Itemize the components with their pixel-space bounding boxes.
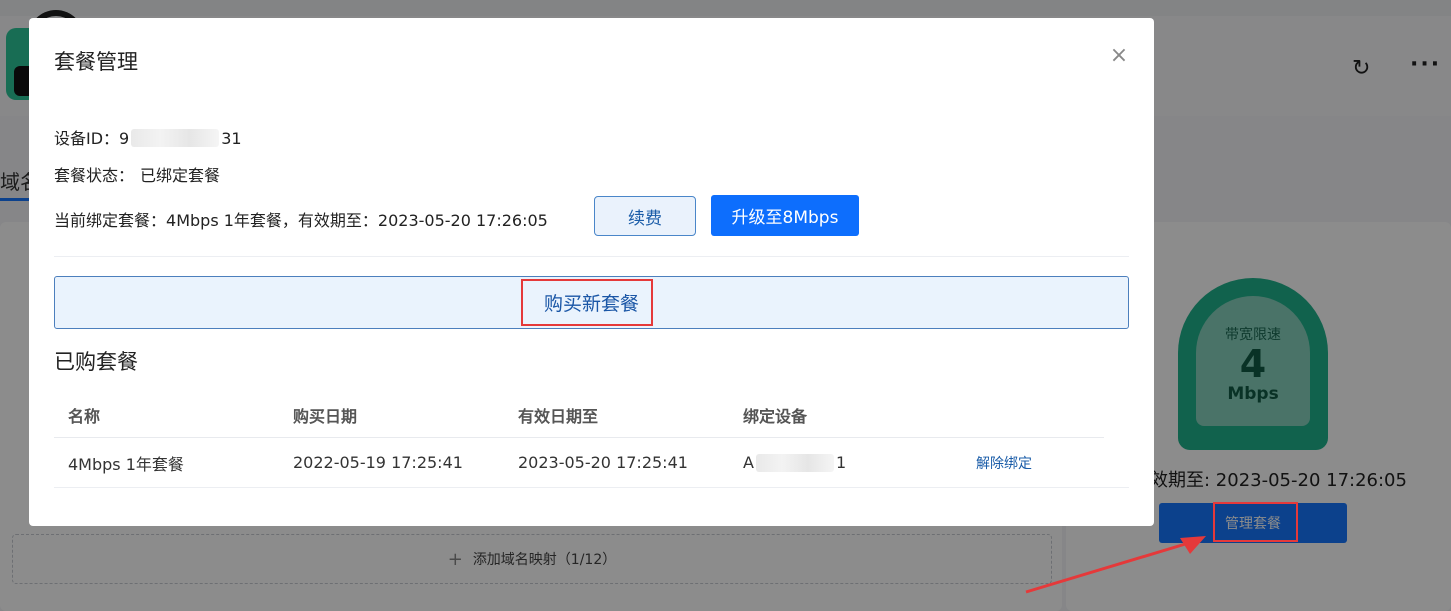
- buy-new-plan-label: 购买新套餐: [543, 293, 639, 315]
- device-id-prefix: 9: [119, 129, 130, 148]
- upgrade-button[interactable]: 升级至8Mbps: [711, 195, 859, 236]
- close-icon[interactable]: ×: [1109, 45, 1129, 67]
- current-plan-value: 4Mbps 1年套餐，有效期至：2023-05-20 17:26:05: [166, 211, 548, 230]
- section-divider: [54, 256, 1129, 257]
- plan-status-label: 套餐状态：: [54, 166, 135, 185]
- current-plan-line: 当前绑定套餐：4Mbps 1年套餐，有效期至：2023-05-20 17:26:…: [54, 207, 548, 231]
- renew-button-label: 续费: [628, 208, 662, 229]
- device-id-suffix: 31: [221, 129, 242, 148]
- current-plan-label: 当前绑定套餐：: [54, 211, 167, 230]
- dialog-title: 套餐管理: [54, 50, 138, 74]
- purchase-date: 2022-05-19 17:25:41: [293, 453, 463, 472]
- device-id-line: 设备ID：9 31: [54, 125, 242, 149]
- redacted-mask: [131, 129, 220, 147]
- unbind-link[interactable]: 解除绑定: [976, 453, 1032, 473]
- bound-device-suffix: 1: [835, 453, 847, 472]
- header-bound-device: 绑定设备: [743, 406, 808, 426]
- plan-name: 4Mbps 1年套餐: [68, 454, 184, 474]
- bound-device-prefix: A: [743, 453, 754, 472]
- device-id-label: 设备ID：: [54, 129, 120, 148]
- annotation-arrow: [1025, 536, 1206, 594]
- purchased-plans-table: 名称 购买日期 有效日期至 绑定设备 4Mbps 1年套餐 2022-05-19…: [54, 392, 1129, 488]
- unbind-cell: 解除绑定: [976, 438, 1032, 487]
- plan-status-value: 已绑定套餐: [140, 166, 221, 185]
- table-header: 名称 购买日期 有效日期至 绑定设备: [54, 392, 1104, 438]
- redacted-mask: [755, 453, 834, 472]
- bound-device: A1: [743, 438, 846, 487]
- renew-button[interactable]: 续费: [594, 196, 696, 236]
- header-expire-date: 有效日期至: [518, 406, 599, 426]
- table-row: 4Mbps 1年套餐 2022-05-19 17:25:41 2023-05-2…: [54, 438, 1129, 488]
- upgrade-button-label: 升级至8Mbps: [731, 208, 839, 228]
- header-purchase-date: 购买日期: [293, 406, 358, 426]
- buy-new-plan-button[interactable]: 购买新套餐: [54, 276, 1129, 329]
- purchased-plans-title: 已购套餐: [54, 350, 138, 374]
- plan-status-line: 套餐状态： 已绑定套餐: [54, 162, 220, 186]
- plan-management-dialog: 套餐管理 × 设备ID：9 31 套餐状态： 已绑定套餐 当前绑定套餐：4Mbps …: [29, 18, 1154, 526]
- expire-date: 2023-05-20 17:25:41: [518, 453, 688, 472]
- header-name: 名称: [68, 406, 101, 426]
